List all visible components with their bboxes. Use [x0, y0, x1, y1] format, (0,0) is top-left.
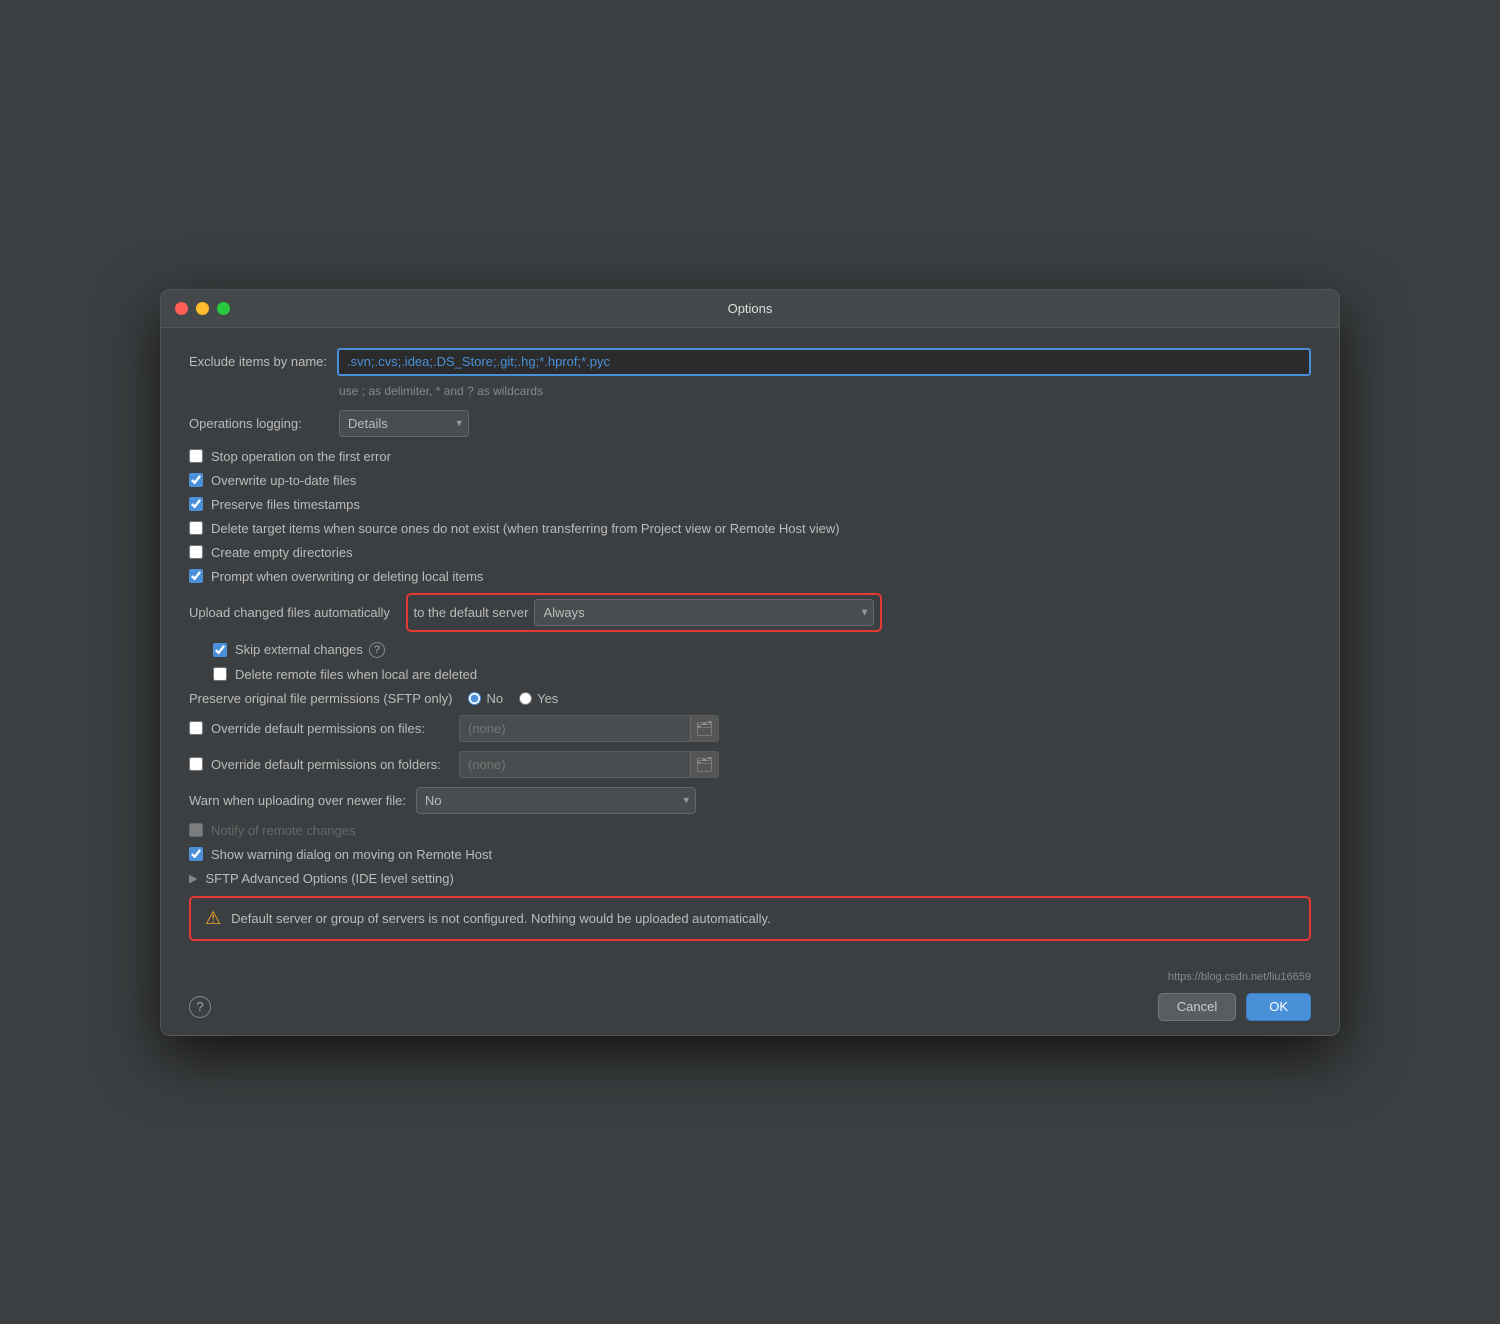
warning-text: Default server or group of servers is no… [231, 911, 771, 926]
checkbox-show-warning: Show warning dialog on moving on Remote … [189, 847, 1311, 862]
radio-yes-input[interactable] [519, 692, 532, 705]
prompt-overwriting-checkbox[interactable] [189, 569, 203, 583]
sftp-advanced-row[interactable]: ▶ SFTP Advanced Options (IDE level setti… [189, 871, 1311, 886]
warn-select-wrapper: No Yes Ask [416, 787, 696, 814]
override-files-row: Override default permissions on files: 🗂 [189, 715, 1311, 742]
override-files-checkbox[interactable] [189, 721, 203, 735]
title-bar: Options [161, 290, 1339, 328]
override-folders-folder-btn[interactable]: 🗂 [690, 752, 718, 777]
url-hint: https://blog.csdn.net/liu16659 [161, 971, 1339, 983]
upload-always-select[interactable]: Always Never On explicit save action [534, 599, 874, 626]
content-area: Exclude items by name: use ; as delimite… [161, 328, 1339, 971]
checkbox-delete-remote: Delete remote files when local are delet… [213, 667, 1311, 682]
warning-icon: ⚠ [205, 908, 221, 929]
warning-banner: ⚠ Default server or group of servers is … [189, 896, 1311, 941]
overwrite-uptodate-checkbox[interactable] [189, 473, 203, 487]
checkbox-create-empty-dirs: Create empty directories [189, 545, 1311, 560]
maximize-button[interactable] [217, 302, 230, 315]
checkbox-preserve-timestamps: Preserve files timestamps [189, 497, 1311, 512]
radio-no-label: No [486, 691, 503, 706]
checkbox-delete-target: Delete target items when source ones do … [189, 521, 1311, 536]
stop-first-error-label: Stop operation on the first error [211, 449, 391, 464]
exclude-input[interactable] [337, 348, 1311, 376]
upload-select-wrapper: Always Never On explicit save action ▾ [534, 599, 874, 626]
delete-remote-label: Delete remote files when local are delet… [235, 667, 477, 682]
window-title: Options [728, 301, 773, 316]
show-warning-label: Show warning dialog on moving on Remote … [211, 847, 492, 862]
options-dialog: Options Exclude items by name: use ; as … [160, 289, 1340, 1036]
upload-label: Upload changed files automatically [189, 605, 390, 620]
skip-external-checkbox[interactable] [213, 643, 227, 657]
create-empty-dirs-label: Create empty directories [211, 545, 353, 560]
sftp-label: SFTP Advanced Options (IDE level setting… [205, 871, 453, 886]
exclude-hint: use ; as delimiter, * and ? as wildcards [339, 384, 1311, 398]
exclude-row: Exclude items by name: [189, 348, 1311, 376]
radio-yes-label: Yes [537, 691, 558, 706]
checkbox-overwrite-uptodate: Overwrite up-to-date files [189, 473, 1311, 488]
radio-no: No [468, 691, 503, 706]
warn-select[interactable]: No Yes Ask [416, 787, 696, 814]
delete-target-label: Delete target items when source ones do … [211, 521, 840, 536]
ok-button[interactable]: OK [1246, 993, 1311, 1021]
skip-external-help-icon[interactable]: ? [369, 642, 385, 658]
operations-logging-row: Operations logging: Details Basic None [189, 410, 1311, 437]
upload-highlighted-section: to the default server Always Never On ex… [406, 593, 883, 632]
warn-label: Warn when uploading over newer file: [189, 793, 406, 808]
warn-row: Warn when uploading over newer file: No … [189, 787, 1311, 814]
checkbox-stop-first-error: Stop operation on the first error [189, 449, 1311, 464]
override-files-folder-btn[interactable]: 🗂 [690, 716, 718, 741]
upload-row: Upload changed files automatically to th… [189, 593, 1311, 632]
override-files-input[interactable] [460, 721, 690, 736]
notify-remote-label: Notify of remote changes [211, 823, 356, 838]
minimize-button[interactable] [196, 302, 209, 315]
exclude-label: Exclude items by name: [189, 354, 327, 369]
override-files-label: Override default permissions on files: [211, 721, 425, 736]
preserve-timestamps-checkbox[interactable] [189, 497, 203, 511]
sftp-expand-icon: ▶ [189, 872, 197, 885]
create-empty-dirs-checkbox[interactable] [189, 545, 203, 559]
preserve-permissions-radio-group: No Yes [468, 691, 558, 706]
overwrite-uptodate-label: Overwrite up-to-date files [211, 473, 356, 488]
override-folders-checkbox[interactable] [189, 757, 203, 771]
stop-first-error-checkbox[interactable] [189, 449, 203, 463]
prompt-overwriting-label: Prompt when overwriting or deleting loca… [211, 569, 483, 584]
checkbox-prompt-overwriting: Prompt when overwriting or deleting loca… [189, 569, 1311, 584]
delete-remote-checkbox[interactable] [213, 667, 227, 681]
notify-remote-checkbox [189, 823, 203, 837]
operations-logging-select[interactable]: Details Basic None [339, 410, 469, 437]
window-controls [175, 302, 230, 315]
override-folders-label: Override default permissions on folders: [211, 757, 441, 772]
operations-logging-label: Operations logging: [189, 416, 329, 431]
footer: ? Cancel OK [161, 987, 1339, 1035]
radio-yes: Yes [519, 691, 558, 706]
footer-buttons: Cancel OK [1158, 993, 1311, 1021]
skip-external-label: Skip external changes [235, 642, 363, 657]
radio-no-input[interactable] [468, 692, 481, 705]
preserve-timestamps-label: Preserve files timestamps [211, 497, 360, 512]
preserve-permissions-row: Preserve original file permissions (SFTP… [189, 691, 1311, 706]
close-button[interactable] [175, 302, 188, 315]
checkbox-skip-external: Skip external changes ? [213, 642, 1311, 658]
checkbox-notify-remote: Notify of remote changes [189, 823, 1311, 838]
upload-to-label: to the default server [414, 605, 529, 620]
operations-logging-select-wrapper: Details Basic None [339, 410, 469, 437]
delete-target-checkbox[interactable] [189, 521, 203, 535]
override-folders-input-wrapper: 🗂 [459, 751, 719, 778]
override-folders-input[interactable] [460, 757, 690, 772]
show-warning-checkbox[interactable] [189, 847, 203, 861]
override-files-input-wrapper: 🗂 [459, 715, 719, 742]
override-folders-row: Override default permissions on folders:… [189, 751, 1311, 778]
help-button[interactable]: ? [189, 996, 211, 1018]
cancel-button[interactable]: Cancel [1158, 993, 1236, 1021]
preserve-permissions-label: Preserve original file permissions (SFTP… [189, 691, 452, 706]
